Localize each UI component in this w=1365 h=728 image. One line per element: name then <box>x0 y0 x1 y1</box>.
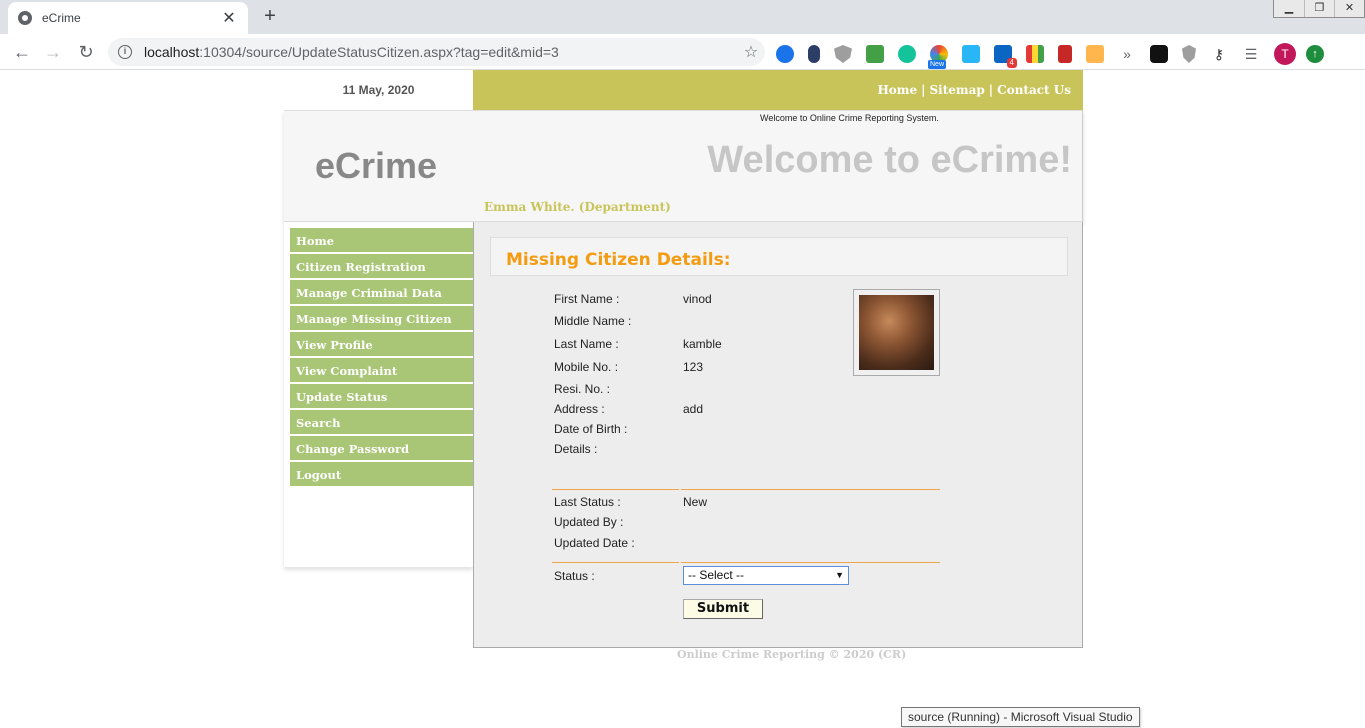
extension-key-icon[interactable]: ⚷ <box>1210 45 1228 63</box>
sidebar-item-logout[interactable]: Logout <box>290 462 473 486</box>
back-icon[interactable]: ← <box>10 41 34 65</box>
divider <box>552 562 679 563</box>
reload-icon[interactable]: ↻ <box>74 41 98 65</box>
url-text[interactable]: localhost:10304/source/UpdateStatusCitiz… <box>144 44 737 60</box>
extension-new-label: New <box>928 60 947 69</box>
footer-copyright: Online Crime Reporting © 2020 (CR) <box>677 648 907 661</box>
new-tab-button[interactable]: + <box>257 5 283 29</box>
sidebar-item-view-profile[interactable]: View Profile <box>290 332 473 356</box>
sidebar-item-manage-missing-citizen[interactable]: Manage Missing Citizen <box>290 306 473 330</box>
tab-title: eCrime <box>42 11 81 25</box>
extension-grammarly-icon[interactable] <box>898 45 916 63</box>
browser-tabstrip: eCrime ✕ + ▁ ❐ ✕ <box>0 0 1365 34</box>
extension-print-icon[interactable] <box>866 45 884 63</box>
resi-no-label: Resi. No. : <box>554 382 611 396</box>
url-host: localhost <box>144 44 200 60</box>
bookmark-star-icon[interactable]: ☆ <box>737 42 765 62</box>
extensions-overflow-icon[interactable]: » <box>1118 45 1136 63</box>
section-title-box: Missing Citizen Details: <box>490 237 1068 276</box>
site-header: Welcome to Online Crime Reporting System… <box>284 110 1083 222</box>
extension-shield2-icon[interactable] <box>1182 45 1196 63</box>
sidebar-item-manage-criminal-data[interactable]: Manage Criminal Data <box>290 280 473 304</box>
divider <box>681 562 940 563</box>
extension-mouse-icon[interactable] <box>808 45 820 63</box>
extension-palette-icon[interactable] <box>1026 45 1044 63</box>
dropdown-arrow-icon: ▼ <box>835 570 844 580</box>
info-icon[interactable]: i <box>118 45 132 59</box>
last-status-label: Last Status : <box>554 495 621 509</box>
extensions-bar: New » ⚷ ☰ T ↑ <box>776 43 1338 69</box>
topnav-separator: | <box>988 83 994 97</box>
reading-list-icon[interactable]: ☰ <box>1242 45 1260 63</box>
sidebar-item-home[interactable]: Home <box>290 228 473 252</box>
site-logo: eCrime <box>315 145 438 186</box>
current-date: 11 May, 2020 <box>342 83 415 97</box>
updated-date-label: Updated Date : <box>554 536 635 550</box>
first-name-label: First Name : <box>554 292 620 306</box>
topnav-sitemap-link[interactable]: Sitemap <box>930 83 985 97</box>
mobile-no-value: 123 <box>683 360 704 374</box>
window-close-icon[interactable]: ✕ <box>1334 0 1364 17</box>
top-nav: Home | Sitemap | Contact Us <box>473 70 1083 110</box>
address-value: add <box>683 402 704 416</box>
extension-book-icon[interactable] <box>1058 45 1072 63</box>
extension-linkedin-icon[interactable] <box>994 45 1018 68</box>
status-select[interactable]: -- Select -- ▼ <box>683 566 849 585</box>
first-name-value: vinod <box>683 292 712 306</box>
browser-tab[interactable]: eCrime ✕ <box>8 2 248 34</box>
globe-icon <box>18 11 32 25</box>
extension-face-icon[interactable] <box>1086 45 1104 63</box>
url-path: :10304/source/UpdateStatusCitizen.aspx?t… <box>199 44 559 60</box>
main-content: Missing Citizen Details: First Name : vi… <box>473 222 1083 648</box>
welcome-heading: Welcome to eCrime! <box>707 139 1072 181</box>
restore-icon[interactable]: ❐ <box>1304 0 1334 17</box>
sidebar-item-update-status[interactable]: Update Status <box>290 384 473 408</box>
extension-window-icon[interactable] <box>962 45 980 63</box>
sidebar-item-search[interactable]: Search <box>290 410 473 434</box>
submit-button[interactable]: Submit <box>683 599 763 619</box>
divider <box>552 489 679 490</box>
minimize-icon[interactable]: ▁ <box>1274 0 1304 17</box>
browser-toolbar: ← → ↻ i localhost:10304/source/UpdateSta… <box>0 34 1365 70</box>
topnav-contact-link[interactable]: Contact Us <box>997 83 1071 97</box>
header-tagline: Welcome to Online Crime Reporting System… <box>760 113 939 123</box>
updated-by-label: Updated By : <box>554 515 624 529</box>
forward-icon[interactable]: → <box>41 41 65 65</box>
photo-image <box>859 295 934 370</box>
web-page: 11 May, 2020 Home | Sitemap | Contact Us Wel… <box>0 70 1365 728</box>
close-tab-icon[interactable]: ✕ <box>220 8 238 28</box>
extension-shield-icon[interactable] <box>834 45 852 63</box>
last-name-value: kamble <box>683 337 722 351</box>
status-select-value: -- Select -- <box>688 568 745 582</box>
topnav-home-link[interactable]: Home <box>877 83 917 97</box>
last-name-label: Last Name : <box>554 337 619 351</box>
sidebar-item-citizen-registration[interactable]: Citizen Registration <box>290 254 473 278</box>
address-bar[interactable]: i localhost:10304/source/UpdateStatusCit… <box>108 38 765 66</box>
extension-new-icon[interactable]: New <box>928 45 948 69</box>
extension-rocket-icon[interactable] <box>776 45 794 63</box>
address-label: Address : <box>554 402 605 416</box>
update-icon[interactable]: ↑ <box>1306 45 1324 63</box>
sidebar-item-view-complaint[interactable]: View Complaint <box>290 358 473 382</box>
logged-in-user: Emma White. (Department) <box>484 200 671 214</box>
divider <box>681 489 940 490</box>
topnav-separator: | <box>921 83 926 97</box>
sidebar-item-change-password[interactable]: Change Password <box>290 436 473 460</box>
window-controls: ▁ ❐ ✕ <box>1273 0 1365 18</box>
dob-label: Date of Birth : <box>554 422 628 436</box>
middle-name-label: Middle Name : <box>554 314 632 328</box>
status-label: Status : <box>554 569 595 583</box>
details-label: Details : <box>554 442 598 456</box>
profile-avatar[interactable]: T <box>1274 43 1296 65</box>
mobile-no-label: Mobile No. : <box>554 360 619 374</box>
extension-c-icon[interactable] <box>1150 45 1168 63</box>
last-status-value: New <box>683 495 708 509</box>
citizen-photo <box>853 289 940 376</box>
section-title: Missing Citizen Details: <box>506 250 731 270</box>
taskbar-tooltip: source (Running) - Microsoft Visual Stud… <box>901 707 1140 727</box>
sidebar-menu: Home Citizen Registration Manage Crimina… <box>284 222 473 567</box>
